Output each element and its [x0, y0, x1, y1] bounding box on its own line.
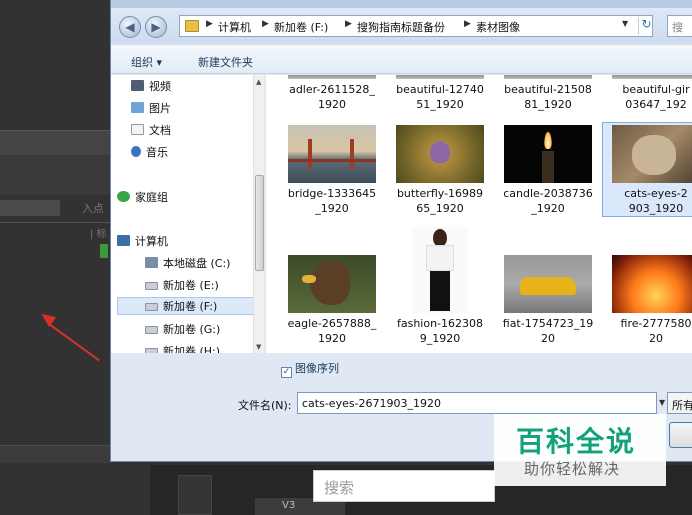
track-label-v3: V3 [282, 500, 296, 511]
file-thumbnail [612, 75, 692, 79]
nav-item-videos[interactable]: 视频 [131, 78, 171, 96]
scroll-down-icon[interactable]: ▼ [256, 343, 261, 351]
dialog-titlebar [111, 0, 692, 8]
nav-scrollbar[interactable]: ▲ ▼ [253, 75, 264, 353]
new-folder-button[interactable]: 新建文件夹 [198, 54, 253, 70]
filename-dropdown-icon[interactable]: ▼ [659, 398, 665, 407]
drive-icon [145, 303, 158, 311]
music-icon [131, 146, 141, 157]
crumb-separator-icon: ▶ [206, 19, 213, 29]
drive-icon [145, 348, 158, 353]
file-item[interactable]: adler-2611528_ 1920 [278, 75, 386, 112]
file-item[interactable]: beautiful-21508 81_1920 [494, 75, 602, 112]
file-item[interactable]: fashion-162308 9_1920 [386, 227, 494, 346]
scrollbar-thumb[interactable] [255, 175, 264, 271]
drive-icon [145, 257, 158, 268]
overlay-search-placeholder: 搜索 [324, 479, 355, 497]
nav-item-documents[interactable]: 文档 [131, 122, 171, 140]
editor-field[interactable] [0, 200, 60, 216]
clip-marker [100, 244, 108, 258]
file-thumbnail [504, 75, 592, 79]
breadcrumb-drive-f[interactable]: 新加卷 (F:) [274, 19, 328, 35]
computer-icon [117, 235, 130, 246]
organize-menu[interactable]: 组织 ▾ [131, 54, 162, 70]
nav-item-drive-f[interactable]: 新加卷 (F:) [117, 297, 259, 315]
crumb-separator-icon: ▶ [464, 19, 471, 29]
in-point-label: 入点 [82, 202, 104, 215]
file-thumbnail [612, 255, 692, 313]
nav-item-music[interactable]: 音乐 [131, 144, 168, 162]
drive-icon [145, 282, 158, 290]
filename-input[interactable]: cats-eyes-2671903_1920 [297, 392, 657, 414]
folder-icon [185, 20, 199, 32]
timeline-tool-column [178, 475, 212, 515]
nav-item-drive-c[interactable]: 本地磁盘 (C:) [145, 255, 230, 273]
filename-label: 文件名(N): [238, 399, 292, 412]
scroll-up-icon[interactable]: ▲ [256, 78, 261, 86]
file-item[interactable]: beautiful-12740 51_1920 [386, 75, 494, 112]
file-thumbnail [288, 255, 376, 313]
command-toolbar: 组织 ▾ 新建文件夹 [111, 46, 692, 74]
crumb-separator-icon: ▶ [262, 19, 269, 29]
navigation-pane: 视频 图片 文档 音乐 家庭组 计算机 本地磁盘 (C:) 新加卷 (E:) 新… [111, 75, 264, 353]
back-arrow-icon: ◀ [125, 20, 135, 34]
file-item[interactable]: butterfly-16989 65_1920 [386, 125, 494, 216]
file-thumbnail [396, 75, 484, 79]
file-item[interactable]: eagle-2657888_ 1920 [278, 255, 386, 346]
checkbox-checked-icon[interactable]: ✓ [281, 367, 292, 378]
breadcrumb-images-folder[interactable]: 素材图像 [476, 19, 520, 35]
file-thumbnail [504, 255, 592, 313]
video-icon [131, 80, 144, 91]
editor-divider [0, 222, 112, 223]
editor-column-label: | 标 [90, 229, 107, 240]
file-item[interactable]: candle-2038736 _1920 [494, 125, 602, 216]
file-thumbnail [504, 125, 592, 183]
search-input[interactable]: 搜 [667, 15, 692, 37]
file-item[interactable]: beautiful-gir 03647_192 [602, 75, 692, 112]
forward-button[interactable]: ▶ [145, 16, 167, 38]
breadcrumb-backup-folder[interactable]: 搜狗指南标题备份 [357, 19, 445, 35]
file-item-selected[interactable]: cats-eyes-2 903_1920 [602, 122, 692, 217]
overlay-search-box[interactable]: 搜索 [313, 470, 495, 502]
nav-item-drive-h[interactable]: 新加卷 (H:) [145, 343, 220, 353]
crumb-separator-icon: ▶ [345, 19, 352, 29]
editor-bottom-bar [0, 445, 112, 463]
file-item[interactable]: fiat-1754723_19 20 [494, 255, 602, 346]
refresh-icon[interactable]: ↻ [638, 17, 654, 35]
image-sequence-checkbox[interactable]: ✓ 图像序列 [281, 360, 339, 378]
editor-panel [0, 155, 112, 195]
watermark-title: 百科全说 [516, 425, 637, 458]
file-type-select[interactable]: 所有 [667, 392, 692, 414]
file-thumbnail [412, 227, 468, 313]
file-item[interactable]: fire-2777580 20 [602, 255, 692, 346]
file-grid: adler-2611528_ 1920 beautiful-12740 51_1… [266, 75, 692, 353]
forward-arrow-icon: ▶ [151, 20, 161, 34]
file-thumbnail [612, 125, 692, 183]
homegroup-icon [117, 191, 130, 202]
breadcrumb-computer[interactable]: 计算机 [218, 19, 251, 35]
drive-icon [145, 326, 158, 334]
back-button[interactable]: ◀ [119, 16, 141, 38]
address-bar[interactable]: ▶ 计算机 ▶ 新加卷 (F:) ▶ 搜狗指南标题备份 ▶ 素材图像 ▼ ↻ [179, 15, 653, 37]
nav-item-computer[interactable]: 计算机 [117, 233, 168, 251]
address-dropdown-icon[interactable]: ▼ [622, 19, 628, 28]
file-thumbnail [288, 125, 376, 183]
file-thumbnail [288, 75, 376, 79]
nav-item-pictures[interactable]: 图片 [131, 100, 171, 118]
nav-item-homegroup[interactable]: 家庭组 [117, 189, 168, 207]
watermark-logo: 百科全说 助你轻松解决 [494, 414, 666, 486]
file-thumbnail [396, 125, 484, 183]
pictures-icon [131, 102, 144, 113]
open-file-dialog: ◀ ▶ ▶ 计算机 ▶ 新加卷 (F:) ▶ 搜狗指南标题备份 ▶ 素材图像 ▼… [110, 0, 692, 462]
nav-item-drive-e[interactable]: 新加卷 (E:) [145, 277, 219, 295]
file-item[interactable]: bridge-1333645 _1920 [278, 125, 386, 216]
document-icon [131, 124, 144, 135]
editor-panel-header [0, 130, 112, 155]
open-button[interactable] [669, 422, 692, 448]
nav-item-drive-g[interactable]: 新加卷 (G:) [145, 321, 220, 339]
watermark-subtitle: 助你轻松解决 [524, 460, 621, 478]
